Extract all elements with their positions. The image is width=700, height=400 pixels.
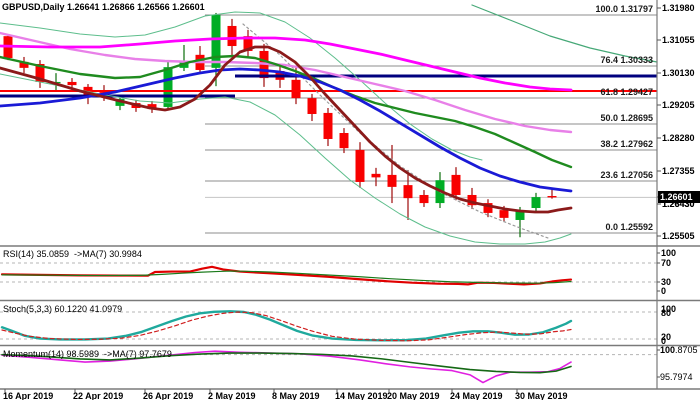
band-lower [0,73,572,245]
longterm-ma-green [471,4,658,63]
bear-candle [499,210,509,218]
bear-candle [403,185,413,199]
mt4-chart-window: GBPUSD,Daily 1.26641 1.26866 1.26566 1.2… [0,0,700,400]
bear-candle [547,195,557,198]
bull-candle [211,15,221,68]
bear-candle [339,133,349,149]
bear-candle [371,173,381,178]
bear-candle [451,174,461,195]
bear-candle [67,81,77,86]
chart-canvas[interactable] [0,0,700,400]
bull-candle [163,67,173,107]
stoch-k [0,310,573,342]
bear-candle [323,112,333,139]
momentum-line [1,350,572,384]
bear-candle [227,25,237,47]
bear-candle [355,149,365,182]
bear-candle [307,98,317,114]
bear-candle [419,194,429,204]
momentum-ma [1,352,572,374]
bull-candle [531,197,541,209]
dotted-trendline [242,23,549,239]
bear-candle [291,79,301,99]
rsi-ma [1,270,572,284]
bear-candle [387,174,397,187]
